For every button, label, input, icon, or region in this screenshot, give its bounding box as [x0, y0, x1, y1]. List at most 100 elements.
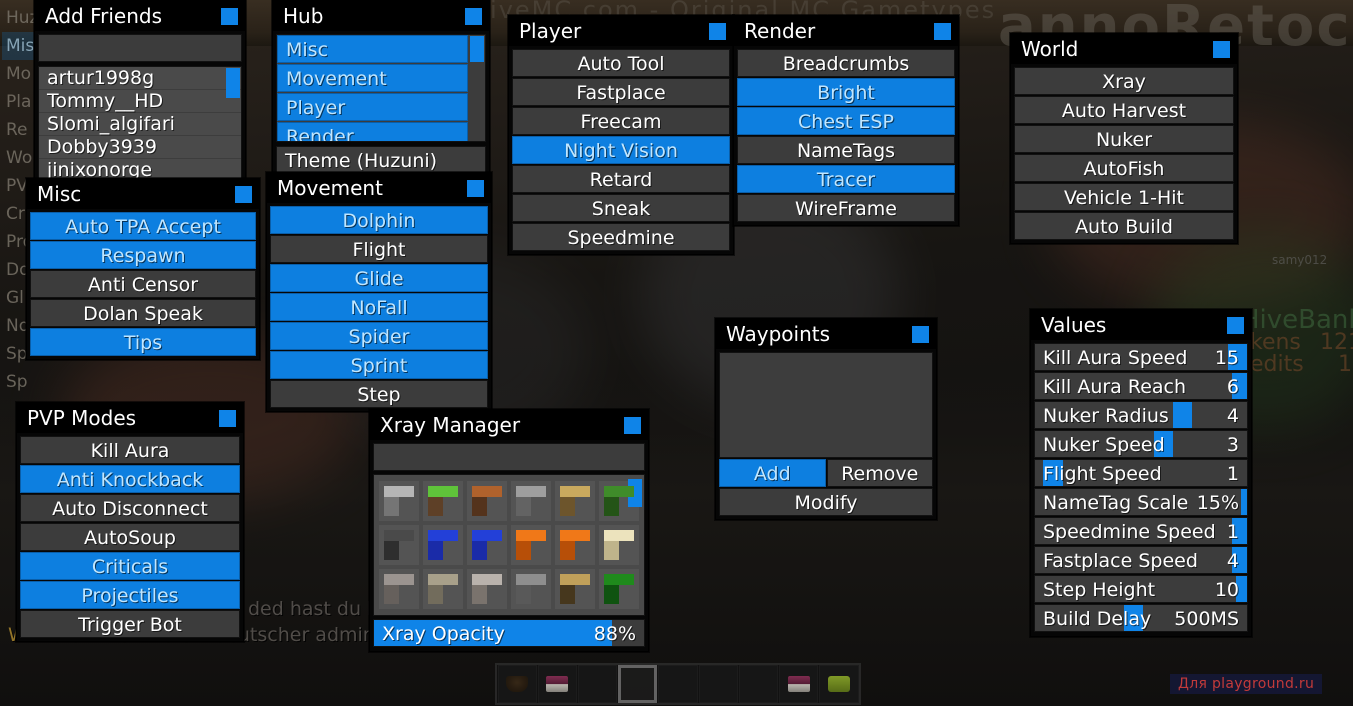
waypoint-modify-button[interactable]: Modify: [719, 488, 933, 516]
window-toggle-icon[interactable]: [934, 23, 951, 40]
xray-block-cell[interactable]: [510, 524, 552, 566]
window-toggle-icon[interactable]: [1213, 41, 1230, 58]
theme-button[interactable]: Theme (Huzuni): [276, 146, 486, 174]
list-item[interactable]: artur1998g: [39, 67, 241, 90]
window-pvp-modes[interactable]: PVP Modes Kill Aura Anti Knockback Auto …: [16, 402, 244, 642]
value-slider-row[interactable]: NameTag Scale 15%: [1034, 488, 1248, 516]
hotbar-slot[interactable]: [698, 665, 738, 703]
list-item[interactable]: Dobby3939: [39, 136, 241, 159]
xray-block-cell[interactable]: [466, 480, 508, 522]
hotbar[interactable]: [495, 663, 861, 705]
xray-block-cell[interactable]: [422, 568, 464, 610]
add-friend-input[interactable]: [38, 34, 242, 62]
module-nuker[interactable]: Nuker: [1014, 125, 1234, 153]
value-slider-row[interactable]: Kill Aura Speed 15: [1034, 343, 1248, 371]
module-auto-tool[interactable]: Auto Tool: [512, 49, 730, 77]
friends-list[interactable]: artur1998g Tommy__HD Slomi_algifari Dobb…: [38, 66, 242, 188]
module-sneak[interactable]: Sneak: [512, 194, 730, 222]
window-waypoints[interactable]: Waypoints Add Remove Modify: [715, 318, 937, 520]
module-auto-build[interactable]: Auto Build: [1014, 212, 1234, 240]
module-fastplace[interactable]: Fastplace: [512, 78, 730, 106]
hotbar-slot[interactable]: [577, 665, 618, 703]
misc-title-bar[interactable]: Misc: [27, 179, 259, 209]
module-night-vision[interactable]: Night Vision: [512, 136, 730, 164]
hub-title-bar[interactable]: Hub: [273, 1, 489, 31]
xray-search-input[interactable]: [373, 443, 645, 471]
window-add-friends[interactable]: Add Friends artur1998g Tommy__HD Slomi_a…: [34, 0, 246, 192]
player-title-bar[interactable]: Player: [509, 16, 733, 46]
module-kill-aura[interactable]: Kill Aura: [20, 436, 240, 464]
module-step[interactable]: Step: [270, 380, 488, 408]
xray-block-cell[interactable]: [598, 568, 640, 610]
module-auto-harvest[interactable]: Auto Harvest: [1014, 96, 1234, 124]
value-slider-row[interactable]: Build Delay 500MS: [1034, 604, 1248, 632]
hotbar-slot-selected[interactable]: [618, 665, 658, 703]
waypoint-remove-button[interactable]: Remove: [826, 459, 933, 487]
xray-opacity-slider[interactable]: Xray Opacity 88%: [373, 619, 645, 647]
window-toggle-icon[interactable]: [221, 8, 238, 25]
add-friends-title-bar[interactable]: Add Friends: [35, 1, 245, 31]
module-spider[interactable]: Spider: [270, 322, 488, 350]
ghost-item[interactable]: Sp: [2, 368, 58, 396]
render-title-bar[interactable]: Render: [734, 16, 958, 46]
xray-block-cell[interactable]: [466, 568, 508, 610]
world-title-bar[interactable]: World: [1011, 34, 1237, 64]
friends-scrollbar-thumb[interactable]: [226, 68, 240, 98]
xray-block-cell[interactable]: [422, 524, 464, 566]
window-toggle-icon[interactable]: [624, 417, 641, 434]
value-slider-row[interactable]: Fastplace Speed 4: [1034, 546, 1248, 574]
module-glide[interactable]: Glide: [270, 264, 488, 292]
module-wireframe[interactable]: WireFrame: [737, 194, 955, 222]
module-respawn[interactable]: Respawn: [30, 241, 256, 269]
value-slider-row[interactable]: Speedmine Speed 1: [1034, 517, 1248, 545]
module-auto-disconnect[interactable]: Auto Disconnect: [20, 494, 240, 522]
pvp-modes-title-bar[interactable]: PVP Modes: [17, 403, 243, 433]
value-slider-row[interactable]: Kill Aura Reach 6: [1034, 372, 1248, 400]
module-sprint[interactable]: Sprint: [270, 351, 488, 379]
window-toggle-icon[interactable]: [219, 410, 236, 427]
module-vehicle-1-hit[interactable]: Vehicle 1-Hit: [1014, 183, 1234, 211]
xray-block-grid[interactable]: [373, 474, 645, 616]
module-nametags[interactable]: NameTags: [737, 136, 955, 164]
xray-block-cell[interactable]: [554, 568, 596, 610]
hotbar-slot[interactable]: [779, 665, 819, 703]
waypoints-title-bar[interactable]: Waypoints: [716, 319, 936, 349]
hub-item-render[interactable]: Render: [277, 122, 468, 141]
window-player[interactable]: Player Auto Tool Fastplace Freecam Night…: [508, 15, 734, 255]
hotbar-slot[interactable]: [658, 665, 698, 703]
window-toggle-icon[interactable]: [465, 8, 482, 25]
xray-block-cell[interactable]: [378, 568, 420, 610]
hub-category-list[interactable]: Misc Movement Player Render: [276, 34, 486, 142]
module-speedmine[interactable]: Speedmine: [512, 223, 730, 251]
module-anti-knockback[interactable]: Anti Knockback: [20, 465, 240, 493]
module-flight[interactable]: Flight: [270, 235, 488, 263]
window-hub[interactable]: Hub Misc Movement Player Render Theme (H…: [272, 0, 490, 178]
hotbar-slot[interactable]: [497, 665, 537, 703]
movement-title-bar[interactable]: Movement: [267, 173, 491, 203]
xray-block-cell[interactable]: [378, 524, 420, 566]
module-retard[interactable]: Retard: [512, 165, 730, 193]
hotbar-slot[interactable]: [819, 665, 859, 703]
module-projectiles[interactable]: Projectiles: [20, 581, 240, 609]
module-bright[interactable]: Bright: [737, 78, 955, 106]
xray-block-cell[interactable]: [554, 480, 596, 522]
module-xray[interactable]: Xray: [1014, 67, 1234, 95]
hotbar-slot[interactable]: [738, 665, 779, 703]
module-trigger-bot[interactable]: Trigger Bot: [20, 610, 240, 638]
window-toggle-icon[interactable]: [912, 326, 929, 343]
xray-block-cell[interactable]: [598, 480, 640, 522]
value-slider-row[interactable]: Nuker Radius 4: [1034, 401, 1248, 429]
value-slider-row[interactable]: Nuker Speed 3: [1034, 430, 1248, 458]
module-auto-tpa-accept[interactable]: Auto TPA Accept: [30, 212, 256, 240]
module-criticals[interactable]: Criticals: [20, 552, 240, 580]
xray-block-cell[interactable]: [510, 568, 552, 610]
hotbar-slot[interactable]: [537, 665, 577, 703]
hub-item-player[interactable]: Player: [277, 93, 468, 121]
module-chest-esp[interactable]: Chest ESP: [737, 107, 955, 135]
module-dolphin[interactable]: Dolphin: [270, 206, 488, 234]
module-tips[interactable]: Tips: [30, 328, 256, 356]
xray-block-cell[interactable]: [378, 480, 420, 522]
module-breadcrumbs[interactable]: Breadcrumbs: [737, 49, 955, 77]
window-toggle-icon[interactable]: [1227, 317, 1244, 334]
values-title-bar[interactable]: Values: [1031, 310, 1251, 340]
